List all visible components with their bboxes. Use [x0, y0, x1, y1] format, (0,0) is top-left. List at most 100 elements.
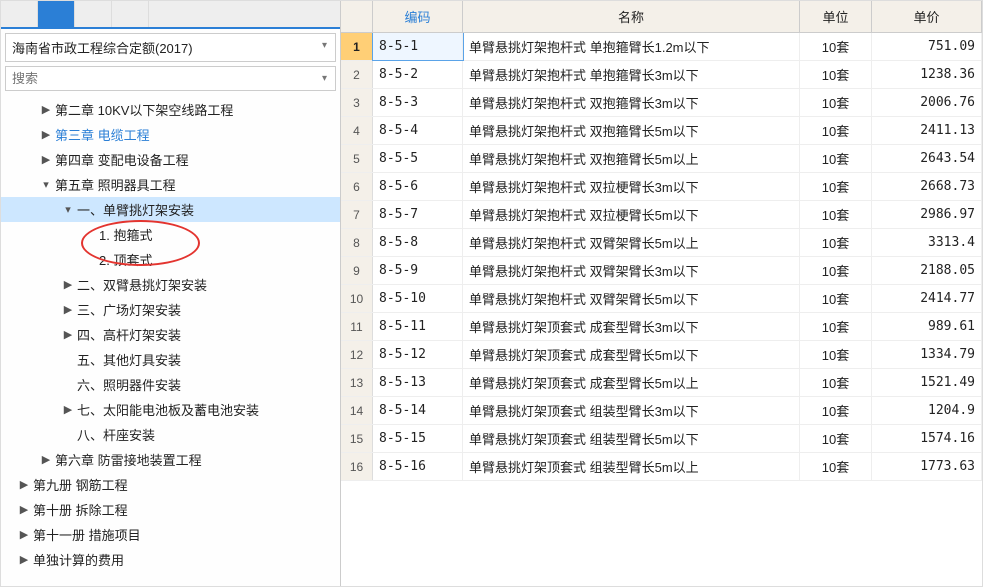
tree-item[interactable]: ▶二、双臂悬挑灯架安装: [1, 272, 340, 297]
tree-item[interactable]: ▶第十册 拆除工程: [1, 497, 340, 522]
table-row[interactable]: 128-5-12单臂悬挑灯架顶套式 成套型臂长5m以下10套1334.79: [341, 341, 982, 369]
tab-0[interactable]: [1, 1, 38, 27]
search-box[interactable]: ▾: [5, 66, 336, 91]
tree-item[interactable]: 1. 抱箍式: [1, 222, 340, 247]
table-row[interactable]: 48-5-4单臂悬挑灯架抱杆式 双抱箍臂长5m以下10套2411.13: [341, 117, 982, 145]
tree-item-label: 单独计算的费用: [31, 550, 124, 569]
expand-icon[interactable]: ▶: [39, 453, 53, 466]
cell-name: 单臂悬挑灯架抱杆式 双臂架臂长3m以下: [463, 257, 800, 284]
expand-icon[interactable]: ▶: [61, 278, 75, 291]
tree-item-label: 第四章 变配电设备工程: [53, 150, 189, 169]
table-row[interactable]: 68-5-6单臂悬挑灯架抱杆式 双拉梗臂长3m以下10套2668.73: [341, 173, 982, 201]
collapse-icon[interactable]: ▾: [61, 203, 75, 216]
cell-code: 8-5-4: [373, 117, 463, 144]
tree-item[interactable]: ▶第六章 防雷接地装置工程: [1, 447, 340, 472]
table-row[interactable]: 138-5-13单臂悬挑灯架顶套式 成套型臂长5m以上10套1521.49: [341, 369, 982, 397]
expand-icon[interactable]: ▶: [39, 103, 53, 116]
cell-price: 989.61: [872, 313, 982, 340]
cell-code: 8-5-15: [373, 425, 463, 452]
tree-item-label: 二、双臂悬挑灯架安装: [75, 275, 207, 294]
cell-unit: 10套: [800, 117, 872, 144]
row-number: 11: [341, 313, 373, 340]
table-row[interactable]: 88-5-8单臂悬挑灯架抱杆式 双臂架臂长5m以上10套3313.4: [341, 229, 982, 257]
nav-tree[interactable]: ▶第二章 10KV以下架空线路工程▶第三章 电缆工程▶第四章 变配电设备工程▾第…: [1, 95, 340, 586]
cell-name: 单臂悬挑灯架顶套式 成套型臂长3m以下: [463, 313, 800, 340]
row-number: 1: [341, 33, 373, 60]
left-panel: 海南省市政工程综合定额(2017) ▾ ▾ ▶第二章 10KV以下架空线路工程▶…: [1, 1, 341, 586]
expand-icon[interactable]: ▶: [61, 403, 75, 416]
cell-price: 2006.76: [872, 89, 982, 116]
table-row[interactable]: 118-5-11单臂悬挑灯架顶套式 成套型臂长3m以下10套989.61: [341, 313, 982, 341]
table-row[interactable]: 18-5-1单臂悬挑灯架抱杆式 单抱箍臂长1.2m以下10套751.09: [341, 33, 982, 61]
table-row[interactable]: 108-5-10单臂悬挑灯架抱杆式 双臂架臂长5m以下10套2414.77: [341, 285, 982, 313]
cell-unit: 10套: [800, 257, 872, 284]
table-row[interactable]: 38-5-3单臂悬挑灯架抱杆式 双抱箍臂长3m以下10套2006.76: [341, 89, 982, 117]
expand-icon[interactable]: ▶: [39, 153, 53, 166]
tree-item[interactable]: ▶三、广场灯架安装: [1, 297, 340, 322]
column-price[interactable]: 单价: [872, 1, 982, 32]
column-code[interactable]: 编码: [373, 1, 463, 32]
collapse-icon[interactable]: ▾: [39, 178, 53, 191]
tree-item[interactable]: ▶第四章 变配电设备工程: [1, 147, 340, 172]
tree-item-label: 六、照明器件安装: [75, 375, 181, 394]
cell-unit: 10套: [800, 397, 872, 424]
cell-code: 8-5-12: [373, 341, 463, 368]
tree-item-label: 第十册 拆除工程: [31, 500, 128, 519]
cell-price: 1574.16: [872, 425, 982, 452]
search-input[interactable]: [12, 71, 297, 86]
tree-item[interactable]: ▶七、太阳能电池板及蓄电池安装: [1, 397, 340, 422]
row-number: 8: [341, 229, 373, 256]
tree-item[interactable]: ▾一、单臂挑灯架安装: [1, 197, 340, 222]
tree-item[interactable]: ▶单独计算的费用: [1, 547, 340, 572]
tree-item[interactable]: 六、照明器件安装: [1, 372, 340, 397]
tab-3[interactable]: [112, 1, 149, 27]
expand-icon[interactable]: ▶: [61, 303, 75, 316]
tree-item[interactable]: ▶第九册 钢筋工程: [1, 472, 340, 497]
expand-icon[interactable]: ▶: [61, 328, 75, 341]
table-row[interactable]: 98-5-9单臂悬挑灯架抱杆式 双臂架臂长3m以下10套2188.05: [341, 257, 982, 285]
cell-name: 单臂悬挑灯架抱杆式 双臂架臂长5m以上: [463, 229, 800, 256]
table-row[interactable]: 78-5-7单臂悬挑灯架抱杆式 双拉梗臂长5m以下10套2986.97: [341, 201, 982, 229]
category-value: 海南省市政工程综合定额(2017): [12, 41, 193, 56]
column-unit[interactable]: 单位: [800, 1, 872, 32]
table-row[interactable]: 168-5-16单臂悬挑灯架顶套式 组装型臂长5m以上10套1773.63: [341, 453, 982, 481]
cell-price: 2668.73: [872, 173, 982, 200]
cell-price: 1204.9: [872, 397, 982, 424]
expand-icon[interactable]: ▶: [17, 503, 31, 516]
cell-price: 1238.36: [872, 61, 982, 88]
cell-price: 1334.79: [872, 341, 982, 368]
grid-body[interactable]: 18-5-1单臂悬挑灯架抱杆式 单抱箍臂长1.2m以下10套751.0928-5…: [341, 33, 982, 586]
table-row[interactable]: 28-5-2单臂悬挑灯架抱杆式 单抱箍臂长3m以下10套1238.36: [341, 61, 982, 89]
cell-code: 8-5-16: [373, 453, 463, 480]
cell-price: 751.09: [872, 33, 982, 60]
category-dropdown[interactable]: 海南省市政工程综合定额(2017) ▾: [5, 33, 336, 62]
tree-item-label: 第三章 电缆工程: [53, 125, 150, 144]
expand-icon[interactable]: ▶: [39, 128, 53, 141]
tree-item[interactable]: 八、杆座安装: [1, 422, 340, 447]
tab-1[interactable]: [38, 1, 75, 27]
tree-item[interactable]: ▶四、高杆灯架安装: [1, 322, 340, 347]
cell-name: 单臂悬挑灯架顶套式 成套型臂长5m以上: [463, 369, 800, 396]
tree-item[interactable]: ▶第三章 电缆工程: [1, 122, 340, 147]
table-row[interactable]: 58-5-5单臂悬挑灯架抱杆式 双抱箍臂长5m以上10套2643.54: [341, 145, 982, 173]
expand-icon[interactable]: ▶: [17, 478, 31, 491]
expand-icon[interactable]: ▶: [17, 553, 31, 566]
tab-2[interactable]: [75, 1, 112, 27]
cell-name: 单臂悬挑灯架顶套式 组装型臂长5m以上: [463, 453, 800, 480]
tab-strip: [1, 1, 340, 29]
tree-item-label: 第五章 照明器具工程: [53, 175, 176, 194]
tree-item[interactable]: ▾第五章 照明器具工程: [1, 172, 340, 197]
column-name[interactable]: 名称: [463, 1, 800, 32]
cell-unit: 10套: [800, 229, 872, 256]
tree-item[interactable]: ▶第十一册 措施项目: [1, 522, 340, 547]
table-row[interactable]: 158-5-15单臂悬挑灯架顶套式 组装型臂长5m以下10套1574.16: [341, 425, 982, 453]
table-row[interactable]: 148-5-14单臂悬挑灯架顶套式 组装型臂长3m以下10套1204.9: [341, 397, 982, 425]
cell-code: 8-5-1: [373, 33, 463, 60]
tree-item-label: 1. 抱箍式: [97, 225, 152, 244]
cell-code: 8-5-7: [373, 201, 463, 228]
expand-icon[interactable]: ▶: [17, 528, 31, 541]
tree-item[interactable]: 2. 顶套式: [1, 247, 340, 272]
tree-item[interactable]: ▶第二章 10KV以下架空线路工程: [1, 97, 340, 122]
tree-item[interactable]: 五、其他灯具安装: [1, 347, 340, 372]
column-rownum: [341, 1, 373, 32]
